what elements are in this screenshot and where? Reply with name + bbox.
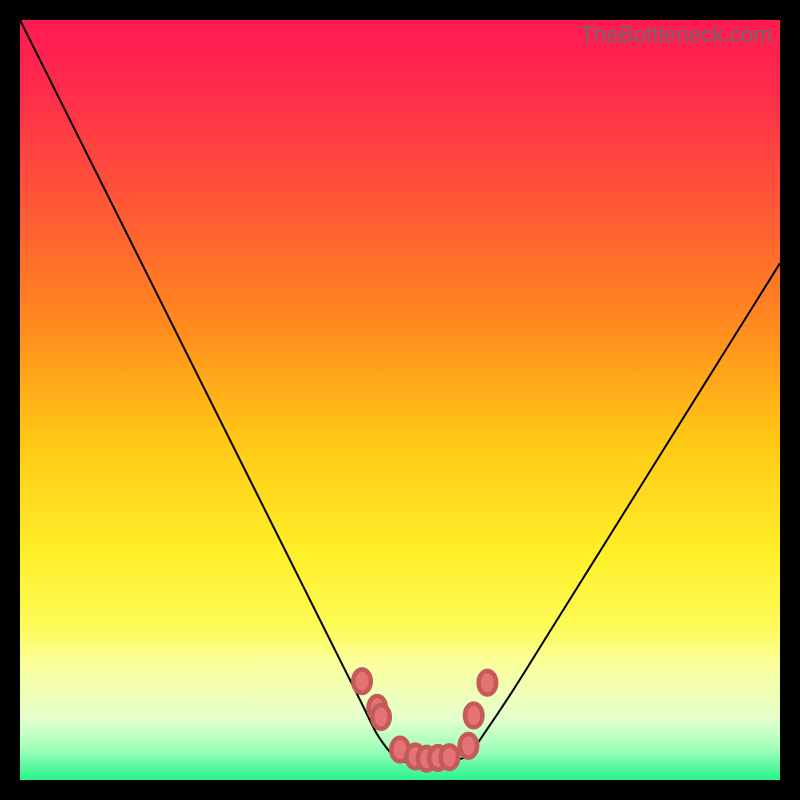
- marker-point: [465, 704, 482, 728]
- chart-frame: TheBottleneck.com: [0, 0, 800, 800]
- bottleneck-chart: [20, 20, 780, 780]
- plot-area: TheBottleneck.com: [20, 20, 780, 780]
- marker-point: [479, 671, 496, 695]
- optimal-range-markers: [353, 669, 496, 770]
- bottleneck-curve: [20, 20, 780, 763]
- marker-point: [353, 669, 370, 693]
- marker-point: [372, 705, 389, 729]
- marker-point: [441, 745, 458, 769]
- marker-point: [460, 734, 477, 758]
